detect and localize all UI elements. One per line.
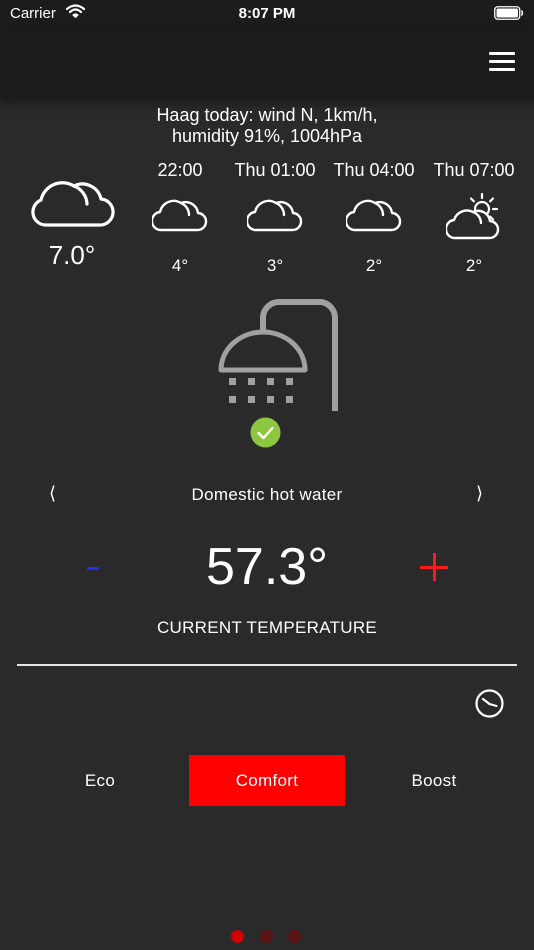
device-selector: ⟨ Domestic hot water ⟩ [0,483,534,507]
hamburger-menu-icon[interactable] [489,52,515,74]
page-dot[interactable] [260,930,273,943]
device-name: Domestic hot water [191,485,343,504]
next-device-arrow[interactable]: ⟩ [476,483,483,504]
forecast-temp: 2° [365,256,383,275]
temperature-label: CURRENT TEMPERATURE [156,618,378,637]
page-dot-active[interactable] [231,930,244,943]
current-temperature: 7.0° [48,240,96,270]
status-bar: Carrier 8:07 PM [0,0,534,28]
temperature-control: 57.3° [0,535,534,605]
forecast-temp: 4° [171,256,189,275]
forecast-temp: 3° [266,256,284,275]
weather-summary: Haag today: wind N, 1km/h, humidity 91%,… [0,105,534,147]
weather-summary-line1: Haag today: wind N, 1km/h, [156,105,378,125]
forecast-item: 22:00 4° [132,160,228,276]
nav-bar [0,28,534,100]
clock-icon[interactable] [474,688,505,724]
shower-icon [217,298,341,419]
forecast-item: Thu 07:00 2° [426,160,522,276]
weather-summary-line2: humidity 91%, 1004hPa [171,126,363,146]
check-icon [250,417,281,453]
forecast-item: Thu 04:00 2° [326,160,422,276]
page-dot[interactable] [288,930,301,943]
forecast-time: 22:00 [157,160,203,180]
current-temperature-value: 57.3° [205,538,328,596]
comfort-mode-button[interactable]: Comfort [189,755,345,806]
boost-mode-button[interactable]: Boost [364,755,504,806]
forecast-time: Thu 04:00 [333,160,415,180]
mode-selector: Eco Comfort Boost [0,755,534,806]
current-weather: 7.0° [26,170,118,271]
status-time: 8:07 PM [238,5,296,22]
divider [17,664,517,666]
eco-mode-button[interactable]: Eco [30,755,170,806]
increase-temperature-button[interactable] [418,552,450,584]
partly-sunny-icon [426,190,522,242]
forecast-time: Thu 07:00 [433,160,515,180]
page-indicator [0,930,534,944]
cloud-icon [26,170,118,230]
cloud-icon [326,190,422,242]
forecast-item: Thu 01:00 3° [227,160,323,276]
forecast-time: Thu 01:00 [234,160,316,180]
forecast-temp: 2° [465,256,483,275]
cloud-icon [132,190,228,242]
battery-icon [494,6,524,24]
cloud-icon [227,190,323,242]
